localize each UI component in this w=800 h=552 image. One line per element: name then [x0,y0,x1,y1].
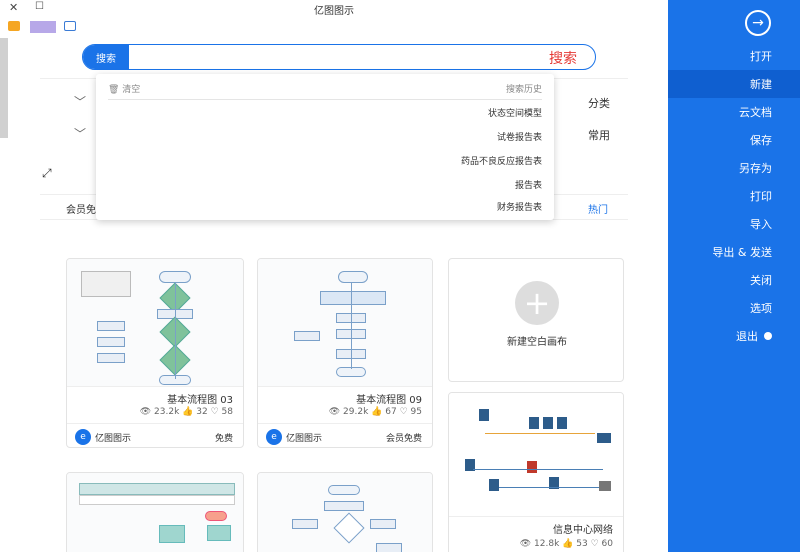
new-blank-label: 新建空白画布 [507,337,567,348]
template-card[interactable]: 信息中心网络 👁 12.8k 👍 53 ♡ 60 [448,392,624,552]
like-count: 67 [385,407,397,417]
filter-label-common: 常用 [588,129,610,142]
brand-logo-icon: e [266,429,282,445]
crown-icon[interactable] [8,21,20,31]
file-menu: 打开 新建 云文档 保存 另存为 打印 导入 导出 & 发送 关闭 选项 退出 [668,42,800,350]
search-bar[interactable]: 搜索 搜索 [82,44,596,70]
like-count: 53 [576,539,588,549]
brand-logo-icon: e [75,429,91,445]
expand-icon[interactable]: ⤢ [42,166,52,181]
price-label: 免费 [214,434,233,444]
like-icon: 👍 [182,407,194,417]
history-item[interactable]: 药品不良反应报告表 [461,154,542,167]
favorite-count: 58 [221,407,233,417]
sidebar-item-save[interactable]: 保存 [668,126,800,154]
maximize-icon[interactable]: ☐ [35,1,44,12]
history-item[interactable]: 财务报告表 [497,200,542,213]
card-title: 基本流程图 03 [167,395,233,406]
clear-label: 清空 [122,85,141,95]
views-icon: 👁 [519,539,532,549]
search-input[interactable]: 搜索 [549,48,577,68]
clear-history-button[interactable]: 🗑 清空 [108,82,140,95]
brand-name: 亿图图示 [286,434,323,444]
favorite-icon: ♡ [399,407,408,417]
top-toolbar [0,18,668,36]
sidebar-item-open[interactable]: 打开 [668,42,800,70]
sidebar-item-cloud-docs[interactable]: 云文档 [668,98,800,126]
views-icon: 👁 [139,407,152,417]
template-thumbnail [258,473,432,552]
scrollbar[interactable] [0,38,8,138]
template-card[interactable] [257,472,433,552]
brand-name: 亿图图示 [95,434,132,444]
template-thumbnail [258,259,432,387]
history-item[interactable]: 试卷报告表 [497,130,542,143]
favorite-count: 60 [601,539,613,549]
history-header: 搜索历史 🗑 清空 [108,82,542,100]
template-card[interactable]: 基本流程图 03 👁 23.2k 👍 32 ♡ 58 e 亿图图示 免费 [66,258,244,448]
sidebar-item-print[interactable]: 打印 [668,182,800,210]
sidebar-item-exit[interactable]: 退出 [668,322,800,350]
like-icon: 👍 [371,407,383,417]
back-arrow-icon[interactable]: → [745,10,771,36]
search-history-dropdown: 搜索历史 🗑 清空 状态空间模型 试卷报告表 药品不良反应报告表 报告表 财务报… [96,74,554,220]
chevron-down-icon[interactable]: ﹀ [74,125,86,142]
card-footer: e 亿图图示 会员免费 [258,423,432,447]
message-icon[interactable] [64,21,76,31]
template-card[interactable] [66,472,244,552]
history-title: 搜索历史 [505,85,542,95]
template-thumbnail [67,259,243,387]
view-count: 29.2k [343,407,369,417]
main-panel: 亿图图示 ✕ ☐ 搜索 搜索 分类 常用 ﹀ ﹀ ⤢ 会员免费 热门 + 新建空… [0,0,668,552]
window-title: 亿图图示 [314,6,354,17]
price-label: 会员免费 [385,434,422,444]
card-title: 信息中心网络 [553,525,613,536]
sidebar-item-import[interactable]: 导入 [668,210,800,238]
filter-label-category: 分类 [588,97,610,110]
favorite-icon: ♡ [590,539,599,549]
views-icon: 👁 [328,407,341,417]
like-count: 32 [196,407,208,417]
view-count: 23.2k [154,407,180,417]
card-stats: 👁 23.2k 👍 32 ♡ 58 [140,407,233,417]
sidebar-item-new[interactable]: 新建 [668,70,800,98]
like-icon: 👍 [562,539,574,549]
sidebar-item-export-send[interactable]: 导出 & 发送 [668,238,800,266]
search-button[interactable]: 搜索 [83,45,129,69]
favorite-icon: ♡ [210,407,219,417]
template-thumbnail [449,393,623,517]
card-footer: e 亿图图示 免费 [67,423,243,447]
card-stats: 👁 12.8k 👍 53 ♡ 60 [520,539,613,549]
sidebar: → 打开 新建 云文档 保存 另存为 打印 导入 导出 & 发送 关闭 选项 退… [668,0,800,552]
exit-label: 退出 [736,330,758,343]
exit-icon [764,332,772,340]
title-bar: 亿图图示 ✕ ☐ [0,0,668,18]
template-card[interactable]: 基本流程图 09 👁 29.2k 👍 67 ♡ 95 e 亿图图示 会员免费 [257,258,433,448]
template-thumbnail [67,473,243,552]
sidebar-item-close[interactable]: 关闭 [668,266,800,294]
history-item[interactable]: 状态空间模型 [488,106,542,119]
avatar[interactable] [30,21,56,33]
chevron-down-icon[interactable]: ﹀ [74,93,86,110]
close-icon[interactable]: ✕ [9,1,18,14]
plus-icon: + [515,281,559,325]
favorite-count: 95 [410,407,422,417]
history-item[interactable]: 报告表 [515,178,542,191]
new-blank-card[interactable]: + 新建空白画布 [448,258,624,382]
sidebar-item-options[interactable]: 选项 [668,294,800,322]
card-title: 基本流程图 09 [356,395,422,406]
card-stats: 👁 29.2k 👍 67 ♡ 95 [329,407,422,417]
sidebar-item-save-as[interactable]: 另存为 [668,154,800,182]
tab-hot[interactable]: 热门 [588,201,608,216]
view-count: 12.8k [534,539,560,549]
